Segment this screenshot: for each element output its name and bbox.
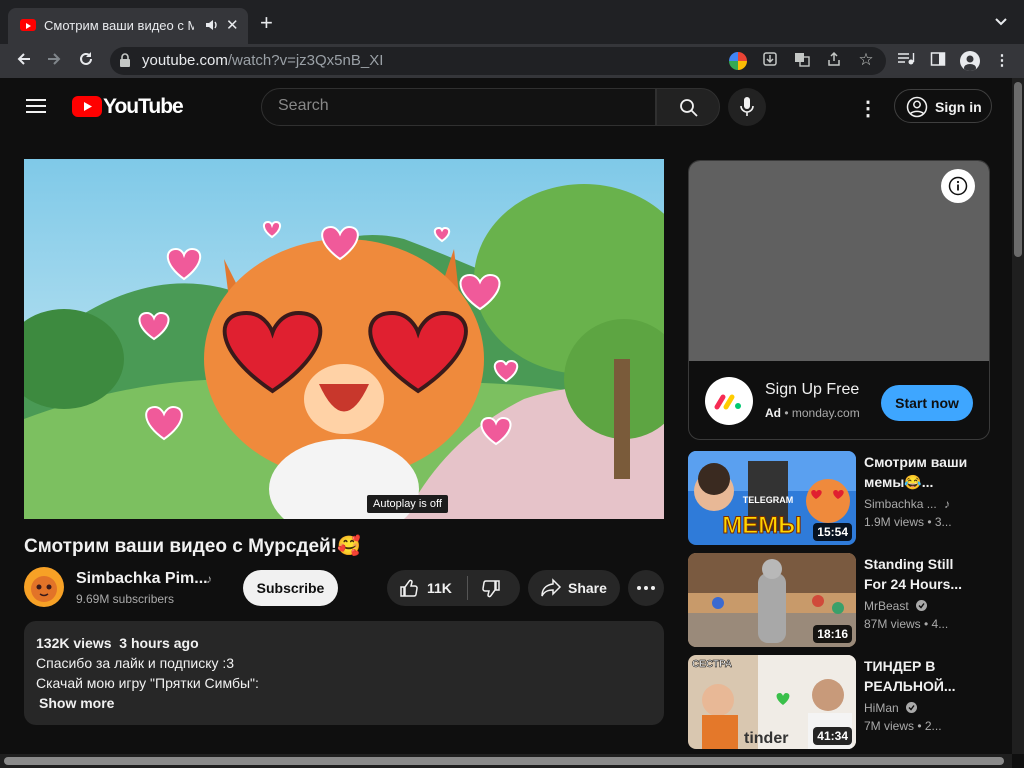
url-text[interactable]: youtube.com/watch?v=jz3Qx5nB_XI (142, 52, 383, 69)
reload-icon[interactable] (76, 50, 96, 70)
thumbs-up-icon (400, 579, 418, 597)
channel-name[interactable]: Simbachka Pim... (76, 570, 208, 588)
video-duration: 18:16 (813, 625, 852, 643)
browser-menu-icon[interactable]: ⋮ (992, 51, 1012, 71)
horizontal-scroll-thumb[interactable] (4, 757, 1004, 765)
description-line: Скачай мою игру "Прятки Симбы": (36, 675, 259, 691)
install-app-icon[interactable] (760, 51, 780, 71)
share-label: Share (568, 580, 607, 596)
bookmark-star-icon[interactable]: ☆ (856, 50, 876, 70)
share-arrow-icon (541, 578, 562, 597)
side-panel-icon[interactable] (928, 51, 948, 71)
music-note-icon: ♪ (944, 497, 951, 511)
lock-icon[interactable] (119, 53, 131, 72)
thumbs-down-icon (482, 580, 500, 598)
recommendation-channel[interactable]: MrBeast (864, 599, 928, 613)
profile-avatar-icon[interactable] (960, 51, 980, 71)
like-count: 11K (427, 580, 452, 596)
youtube-logo-icon (72, 96, 102, 117)
sign-in-label: Sign in (935, 99, 982, 115)
media-controls-icon[interactable] (896, 51, 916, 71)
description-line: Спасибо за лайк и подписку :3 (36, 655, 235, 671)
translate-icon[interactable] (792, 51, 812, 71)
channel-name: MrBeast (864, 599, 909, 613)
verified-badge-icon (916, 600, 928, 611)
recommendation-title[interactable]: Смотрим ваши мемы😂... (864, 452, 974, 492)
thumb-text-brand: tinder (744, 730, 788, 747)
dislike-button[interactable] (468, 570, 520, 606)
tab-title: Смотрим ваши видео с М (44, 18, 194, 33)
recommendation-meta: 87M views • 4... (864, 617, 949, 631)
ad-badge: Ad (765, 406, 781, 420)
recommendation-channel[interactable]: HiMan (864, 701, 918, 715)
video-title: Смотрим ваши видео с Мурсдей!🥰 (24, 536, 361, 557)
more-horizontal-icon (637, 586, 655, 590)
description-box[interactable]: 132K views 3 hours ago Спасибо за лайк и… (24, 621, 664, 725)
url-path: /watch?v=jz3Qx5nB_XI (227, 52, 384, 69)
video-duration: 41:34 (813, 727, 852, 745)
ad-domain: monday.com (791, 406, 860, 420)
ad-meta: Ad • monday.com (765, 406, 860, 420)
thumb-text-small: TELEGRAM (743, 495, 794, 505)
view-stats: 132K views 3 hours ago (36, 635, 199, 651)
settings-more-icon[interactable]: ⋮ (858, 96, 878, 121)
video-duration: 15:54 (813, 523, 852, 541)
start-now-button[interactable]: Start now (881, 385, 973, 421)
channel-avatar[interactable] (24, 567, 64, 607)
search-placeholder: Search (278, 97, 329, 114)
share-button[interactable]: Share (528, 570, 620, 606)
microphone-icon (740, 97, 754, 116)
tab-audio-icon[interactable] (204, 17, 220, 36)
sign-in-button[interactable]: Sign in (894, 89, 992, 123)
more-actions-button[interactable] (628, 570, 664, 606)
show-more-link[interactable]: Show more (39, 695, 114, 711)
recommendation-title[interactable]: ТИНДЕР В РЕАЛЬНОЙ... (864, 656, 974, 696)
thumb-text-big: МЕМЫ (722, 512, 802, 539)
recommendation-channel[interactable]: Simbachka ... ♪ (864, 497, 950, 511)
recommendation-meta: 1.9M views • 3... (864, 515, 952, 529)
account-circle-icon (906, 96, 928, 118)
subscriber-count: 9.69M subscribers (76, 592, 175, 606)
channel-name: Simbachka ... (864, 497, 937, 511)
voice-search-button[interactable] (728, 88, 766, 126)
like-button[interactable]: 11K (387, 570, 467, 606)
ad-title: Sign Up Free (765, 381, 860, 398)
music-note-icon: ♪ (206, 572, 212, 586)
recommendation-meta: 7M views • 2... (864, 719, 942, 733)
url-host: youtube.com (142, 52, 228, 69)
search-icon (680, 99, 698, 117)
forward-icon[interactable] (44, 50, 64, 70)
video-frame-image (24, 159, 664, 519)
search-button[interactable] (656, 88, 720, 126)
recommendation-title[interactable]: Standing Still For 24 Hours... (864, 554, 974, 594)
recommendation-thumbnail[interactable]: СЕСТРА tinder 41:34 (688, 655, 856, 749)
guide-menu-icon[interactable] (26, 98, 46, 119)
thumb-text-top: СЕСТРА (692, 659, 732, 670)
info-icon (948, 176, 968, 196)
youtube-logo-text: YouTube (103, 95, 184, 118)
subscribe-button[interactable]: Subscribe (243, 570, 338, 606)
vertical-scroll-thumb[interactable] (1014, 82, 1022, 257)
tab-close-icon[interactable]: ✕ (226, 16, 239, 34)
channel-name: HiMan (864, 701, 899, 715)
tab-search-chevron-icon[interactable] (994, 14, 1008, 32)
google-icon[interactable] (729, 52, 747, 70)
recommendation-thumbnail[interactable]: TELEGRAM МЕМЫ 15:54 (688, 451, 856, 545)
autoplay-tooltip: Autoplay is off (367, 495, 448, 513)
advertiser-logo-icon (705, 377, 753, 425)
video-player[interactable]: Autoplay is off (24, 159, 664, 519)
share-page-icon[interactable] (824, 51, 844, 71)
back-icon[interactable] (14, 50, 34, 70)
new-tab-icon[interactable]: + (260, 12, 273, 34)
ad-info-button[interactable] (941, 169, 975, 203)
youtube-favicon-icon (20, 19, 36, 31)
recommendation-thumbnail[interactable]: 18:16 (688, 553, 856, 647)
browser-tab[interactable]: Смотрим ваши видео с М ✕ (8, 8, 248, 44)
verified-badge-icon (906, 702, 918, 713)
dot-separator: • (784, 406, 792, 420)
ad-card[interactable]: Sign Up Free Ad • monday.com Start now (688, 160, 990, 440)
